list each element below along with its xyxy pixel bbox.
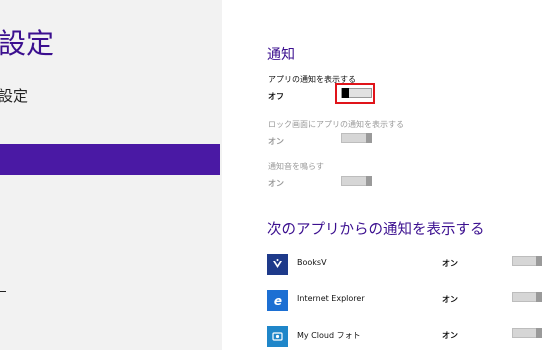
app-state: オン [442, 259, 458, 268]
toggle-knob [366, 176, 372, 186]
show-app-notifications-state: オフ [268, 92, 284, 101]
notifications-section-title: 通知 [267, 47, 295, 63]
toggle-knob [536, 292, 542, 302]
app-name: My Cloud フォト [297, 331, 361, 340]
cloud-photo-icon [267, 326, 288, 347]
app-name: BooksV [297, 258, 327, 267]
notification-sound-state: オン [268, 179, 284, 188]
toggle-knob [366, 133, 372, 143]
category-label[interactable]: 設定 [0, 85, 28, 106]
lock-screen-notifications-state: オン [268, 137, 284, 146]
app-notification-toggle[interactable] [512, 256, 542, 266]
app-row-booksv: BooksV オン [267, 254, 550, 278]
notification-sound-toggle[interactable] [341, 176, 372, 186]
app-state: オン [442, 331, 458, 340]
app-notification-toggle[interactable] [512, 328, 542, 338]
page-title: 設定 [0, 27, 55, 60]
toggle-knob [536, 328, 542, 338]
booksv-icon [267, 254, 288, 275]
lock-screen-notifications-toggle[interactable] [341, 133, 372, 143]
app-name: Internet Explorer [297, 294, 365, 303]
toggle-knob [536, 256, 542, 266]
notifications-pane: 通知 アプリの通知を表示する オフ ロック画面にアプリの通知を表示する オン 通… [222, 0, 550, 350]
highlight-box [335, 83, 375, 104]
app-notification-toggle[interactable] [512, 292, 542, 302]
notification-sound-label: 通知音を鳴らす [268, 162, 324, 171]
settings-left-pane: 設定 設定 [0, 0, 222, 350]
app-state: オン [442, 295, 458, 304]
lock-screen-notifications-label: ロック画面にアプリの通知を表示する [268, 120, 404, 129]
settings-screen: 設定 設定 通知 アプリの通知を表示する オフ ロック画面にアプリの通知を表示す… [0, 0, 550, 350]
app-row-internet-explorer: e Internet Explorer オン [267, 290, 550, 314]
app-row-my-cloud-photo: My Cloud フォト オン [267, 326, 550, 350]
partial-menu-item [0, 291, 6, 292]
internet-explorer-icon: e [267, 290, 288, 311]
selected-category-highlight[interactable] [0, 144, 220, 175]
app-notifications-section-title: 次のアプリからの通知を表示する [267, 222, 485, 238]
svg-text:e: e [273, 294, 281, 308]
